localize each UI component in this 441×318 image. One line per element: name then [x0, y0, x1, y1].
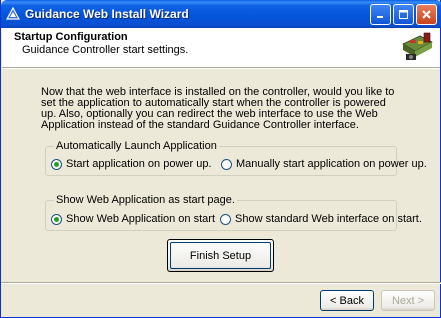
wizard-window: Guidance Web Install Wizard Startup Conf…	[0, 0, 441, 318]
next-label: Next >	[391, 294, 425, 307]
page-subtitle: Guidance Controller start settings.	[22, 44, 189, 56]
radio-show-standard-interface[interactable]: Show standard Web interface on start.	[220, 213, 422, 225]
auto-launch-group-label: Automatically Launch Application	[54, 140, 219, 152]
radio-manual-start[interactable]: Manually start application on power up.	[221, 158, 427, 170]
close-icon	[422, 10, 431, 19]
page-title: Startup Configuration	[14, 31, 128, 43]
intro-text: Now that the web interface is installed …	[41, 86, 395, 131]
radio-label: Show standard Web interface on start.	[235, 213, 422, 225]
app-icon	[6, 7, 20, 20]
maximize-icon	[399, 10, 408, 19]
footer-divider	[1, 282, 441, 284]
back-button[interactable]: < Back	[320, 290, 374, 311]
radio-unselected-icon[interactable]	[220, 213, 231, 225]
minimize-button[interactable]	[370, 4, 391, 25]
header-panel: Startup Configuration Guidance Controlle…	[2, 28, 440, 68]
radio-label: Show Web Application on start	[66, 213, 215, 225]
back-label: < Back	[330, 294, 364, 307]
controller-board-icon	[402, 32, 433, 60]
radio-label: Manually start application on power up.	[236, 158, 427, 170]
start-page-group-label: Show Web Application as start page.	[54, 194, 237, 206]
window-title: Guidance Web Install Wizard	[25, 7, 189, 21]
minimize-icon	[377, 16, 383, 18]
focus-border	[170, 242, 271, 269]
radio-selected-icon[interactable]	[51, 158, 62, 170]
radio-start-on-power-up[interactable]: Start application on power up.	[51, 158, 212, 170]
title-bar[interactable]: Guidance Web Install Wizard	[1, 0, 441, 28]
radio-unselected-icon[interactable]	[221, 158, 232, 170]
next-button[interactable]: Next >	[381, 290, 435, 311]
radio-show-web-app[interactable]: Show Web Application on start	[51, 213, 215, 225]
close-button[interactable]	[416, 4, 437, 25]
finish-setup-button[interactable]: Finish Setup	[167, 239, 274, 272]
radio-label: Start application on power up.	[66, 158, 212, 170]
header-divider	[2, 68, 440, 69]
radio-selected-icon[interactable]	[51, 213, 62, 225]
maximize-button[interactable]	[393, 4, 414, 25]
